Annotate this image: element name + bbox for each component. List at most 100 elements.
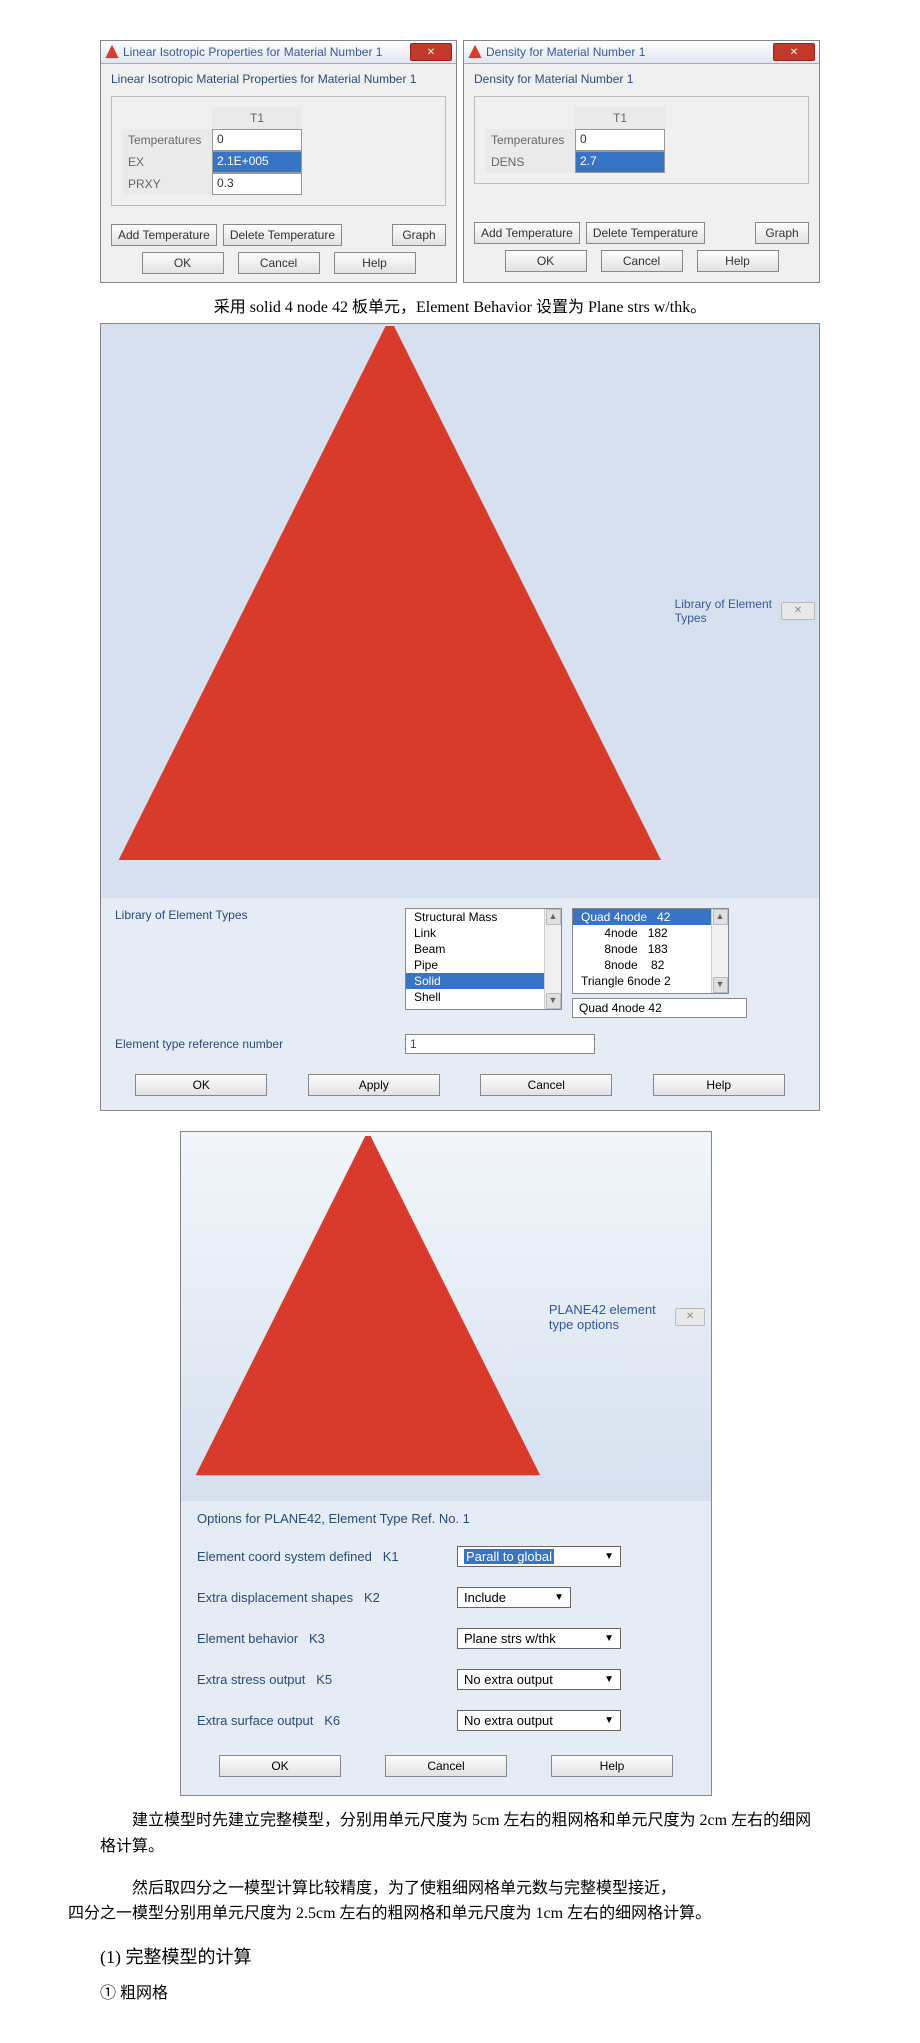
chevron-down-icon: ▼	[554, 1592, 564, 1603]
ok-button[interactable]: OK	[142, 252, 224, 274]
category-listbox[interactable]: Structural MassLinkBeamPipeSolidShell ▲ …	[405, 908, 562, 1010]
col-header-t1: T1	[212, 107, 302, 129]
delete-temperature-button[interactable]: Delete Temperature	[586, 222, 705, 244]
element-listbox[interactable]: Quad 4node 42 4node 182 8node 183 8node …	[572, 908, 729, 994]
chevron-down-icon: ▼	[604, 1674, 614, 1685]
prxy-value[interactable]: 0.3	[212, 173, 302, 195]
col-header-t1: T1	[575, 107, 665, 129]
dialog-title: PLANE42 element type options	[549, 1302, 675, 1332]
close-icon[interactable]: ✕	[410, 43, 452, 61]
chevron-down-icon: ▼	[604, 1633, 614, 1644]
option-row: Element coord system defined K1Parall to…	[181, 1536, 711, 1577]
scroll-up-icon[interactable]: ▲	[546, 909, 561, 925]
option-row: Extra surface output K6No extra output▼	[181, 1700, 711, 1741]
ok-button[interactable]: OK	[219, 1755, 341, 1777]
option-label: Extra displacement shapes K2	[197, 1590, 457, 1605]
ok-button[interactable]: OK	[505, 250, 587, 272]
titlebar: Linear Isotropic Properties for Material…	[101, 41, 456, 64]
property-frame: T1 Temperatures 0 DENS 2.7	[474, 96, 809, 184]
add-temperature-button[interactable]: Add Temperature	[111, 224, 217, 246]
list-item[interactable]: Link	[406, 925, 561, 941]
row-label-dens: DENS	[485, 151, 575, 173]
dialog-density: Density for Material Number 1 ✕ Density …	[463, 40, 820, 283]
add-temperature-button[interactable]: Add Temperature	[474, 222, 580, 244]
cancel-button[interactable]: Cancel	[385, 1755, 507, 1777]
option-dropdown[interactable]: No extra output▼	[457, 1710, 621, 1731]
list-item[interactable]: 4node 182	[573, 925, 728, 941]
row-label-temp: Temperatures	[122, 129, 212, 151]
help-button[interactable]: Help	[551, 1755, 673, 1777]
list-item[interactable]: Triangle 6node 2	[573, 973, 728, 989]
close-icon[interactable]: ✕	[773, 43, 815, 61]
library-label: Library of Element Types	[115, 908, 395, 1018]
temp-value[interactable]: 0	[212, 129, 302, 151]
list-item[interactable]: Quad 4node 42	[573, 909, 728, 925]
dialog-plane42-options: PLANE42 element type options ✕ Options f…	[180, 1131, 712, 1797]
option-label: Extra stress output K5	[197, 1672, 457, 1687]
scrollbar[interactable]: ▲ ▼	[711, 909, 728, 993]
ansys-logo-icon	[105, 45, 119, 59]
dialog-title: Library of Element Types	[675, 597, 781, 625]
ex-value[interactable]: 2.1E+005	[212, 151, 302, 173]
cancel-button[interactable]: Cancel	[601, 250, 683, 272]
dialog-element-library: Library of Element Types ✕ Library of El…	[100, 323, 820, 1111]
list-item[interactable]: Pipe	[406, 957, 561, 973]
list-item[interactable]: Structural Mass	[406, 909, 561, 925]
row-label-temp: Temperatures	[485, 129, 575, 151]
row-label-prxy: PRXY	[122, 173, 212, 195]
heading-coarse-mesh: ① 粗网格	[100, 1979, 820, 2003]
temp-value[interactable]: 0	[575, 129, 665, 151]
caption-solid42: 采用 solid 4 node 42 板单元，Element Behavior …	[100, 293, 820, 317]
help-button[interactable]: Help	[334, 252, 416, 274]
scroll-down-icon[interactable]: ▼	[546, 993, 561, 1009]
dens-value[interactable]: 2.7	[575, 151, 665, 173]
ref-number-label: Element type reference number	[115, 1037, 395, 1051]
list-item[interactable]: Shell	[406, 989, 561, 1005]
graph-button[interactable]: Graph	[392, 224, 446, 246]
dialog-title: Density for Material Number 1	[486, 45, 773, 59]
options-header: Options for PLANE42, Element Type Ref. N…	[181, 1501, 711, 1536]
property-frame: T1 Temperatures 0 EX 2.1E+005 PRXY 0.3	[111, 96, 446, 206]
titlebar: Density for Material Number 1 ✕	[464, 41, 819, 64]
close-icon[interactable]: ✕	[675, 1308, 705, 1326]
ansys-logo-icon	[105, 326, 675, 896]
list-item[interactable]: 8node 82	[573, 957, 728, 973]
dialog-heading: Linear Isotropic Material Properties for…	[111, 72, 446, 86]
list-item[interactable]: Solid	[406, 973, 561, 989]
ref-number-input[interactable]: 1	[405, 1034, 595, 1054]
option-dropdown[interactable]: Plane strs w/thk▼	[457, 1628, 621, 1649]
option-label: Extra surface output K6	[197, 1713, 457, 1728]
dialog-heading: Density for Material Number 1	[474, 72, 809, 86]
option-row: Extra stress output K5No extra output▼	[181, 1659, 711, 1700]
graph-button[interactable]: Graph	[755, 222, 809, 244]
chevron-down-icon: ▼	[604, 1715, 614, 1726]
option-label: Element coord system defined K1	[197, 1549, 457, 1564]
list-item[interactable]: 8node 183	[573, 941, 728, 957]
titlebar: Library of Element Types ✕	[101, 324, 819, 898]
paragraph-2: 然后取四分之一模型计算比较精度，为了使粗细网格单元数与完整模型接近， 四分之一模…	[100, 1876, 820, 1927]
option-row: Element behavior K3Plane strs w/thk▼	[181, 1618, 711, 1659]
cancel-button[interactable]: Cancel	[238, 252, 320, 274]
help-button[interactable]: Help	[697, 250, 779, 272]
option-row: Extra displacement shapes K2Include▼	[181, 1577, 711, 1618]
paragraph-1: 建立模型时先建立完整模型，分别用单元尺度为 5cm 左右的粗网格和单元尺度为 2…	[100, 1808, 820, 1859]
close-icon[interactable]: ✕	[781, 602, 815, 620]
cancel-button[interactable]: Cancel	[480, 1074, 612, 1096]
option-dropdown[interactable]: No extra output▼	[457, 1669, 621, 1690]
option-dropdown[interactable]: Parall to global▼	[457, 1546, 621, 1567]
scroll-down-icon[interactable]: ▼	[713, 977, 728, 993]
option-dropdown[interactable]: Include▼	[457, 1587, 571, 1608]
list-item[interactable]: Beam	[406, 941, 561, 957]
chevron-down-icon: ▼	[604, 1551, 614, 1562]
apply-button[interactable]: Apply	[308, 1074, 440, 1096]
ok-button[interactable]: OK	[135, 1074, 267, 1096]
titlebar: PLANE42 element type options ✕	[181, 1132, 711, 1502]
delete-temperature-button[interactable]: Delete Temperature	[223, 224, 342, 246]
help-button[interactable]: Help	[653, 1074, 785, 1096]
row-label-ex: EX	[122, 151, 212, 173]
scroll-up-icon[interactable]: ▲	[713, 909, 728, 925]
dialog-linear-isotropic: Linear Isotropic Properties for Material…	[100, 40, 457, 283]
ansys-logo-icon	[468, 45, 482, 59]
selected-element-box[interactable]: Quad 4node 42	[572, 998, 747, 1018]
scrollbar[interactable]: ▲ ▼	[544, 909, 561, 1009]
